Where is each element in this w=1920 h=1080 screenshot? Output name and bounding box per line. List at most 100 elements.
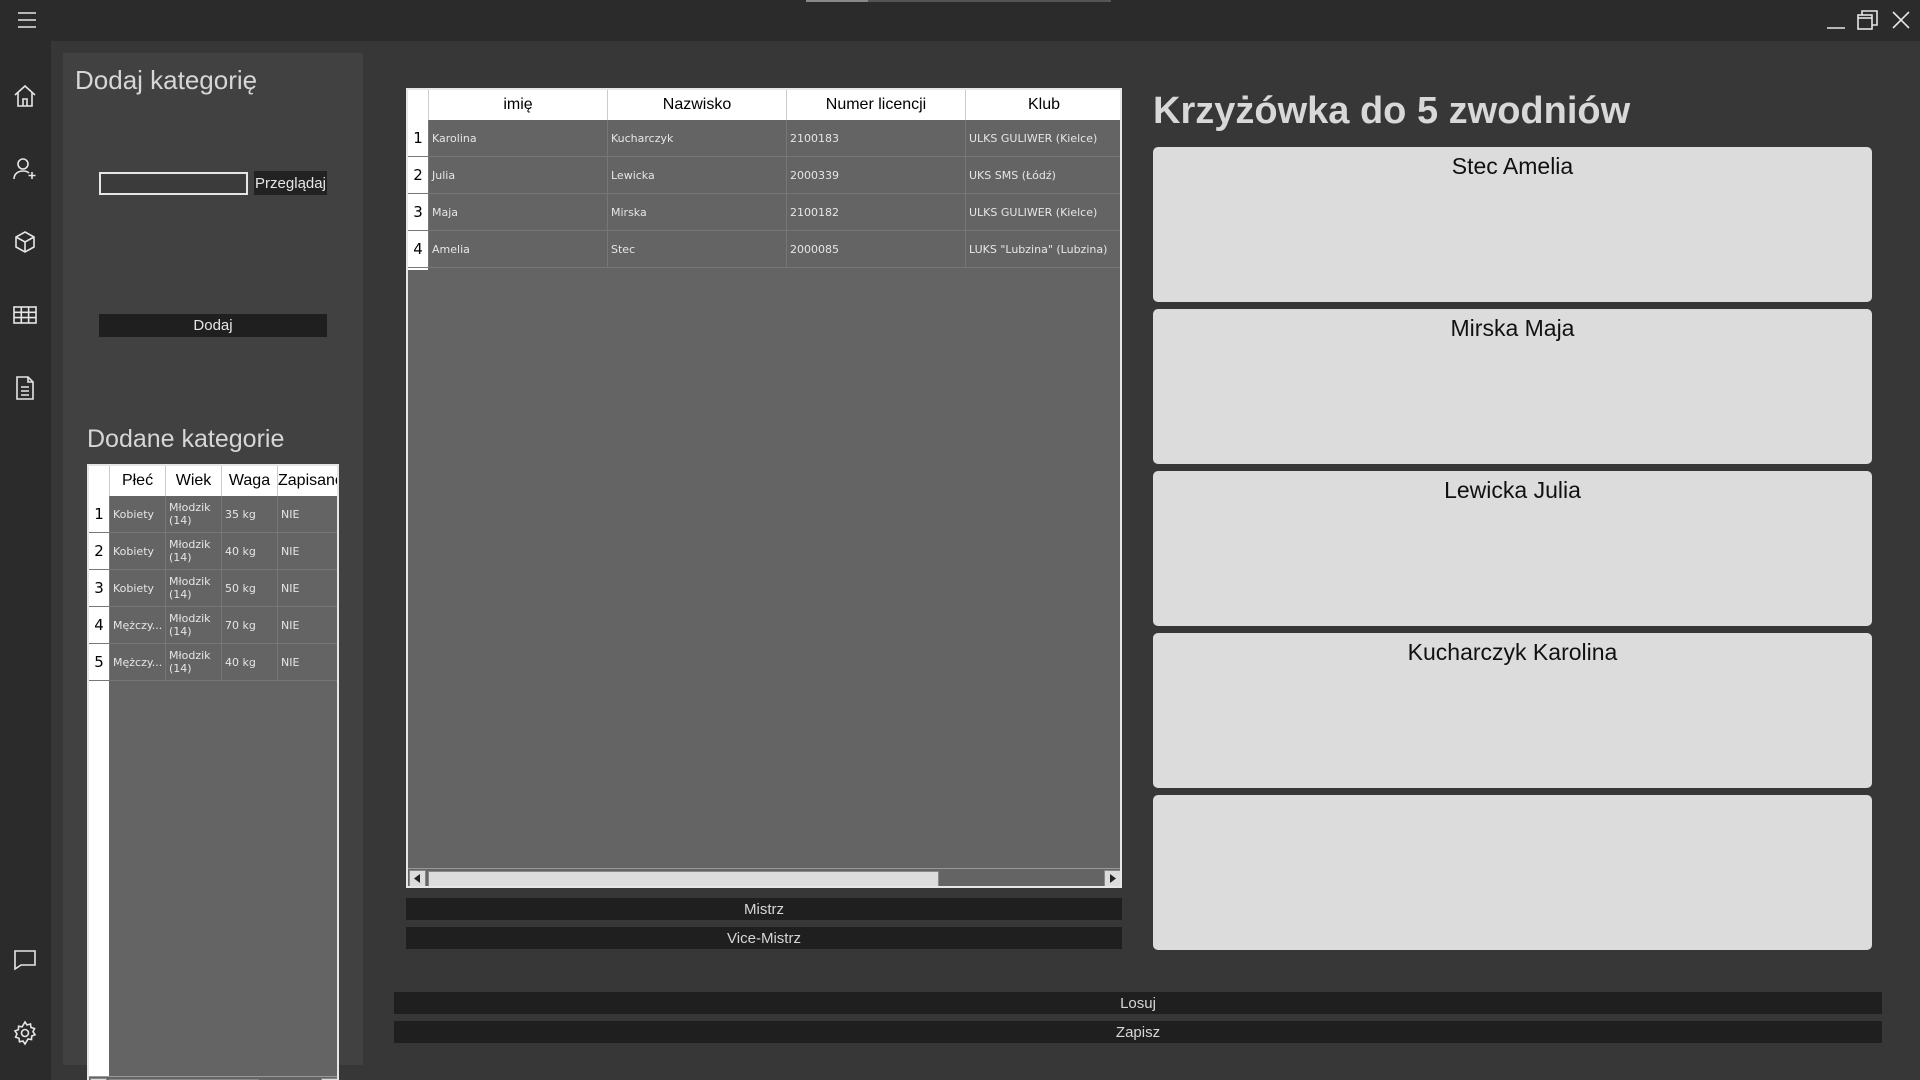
row-number: 2: [89, 533, 109, 569]
horizontal-scrollbar[interactable]: [89, 1076, 337, 1080]
cell-last-name: Kucharczyk: [607, 120, 786, 156]
cell-weight: 70 kg: [221, 607, 277, 643]
row-number: 4: [89, 607, 109, 643]
chat-icon[interactable]: [10, 945, 40, 975]
cell-age: Młodzik (14): [165, 570, 221, 606]
cell-weight: 50 kg: [221, 570, 277, 606]
cell-sex: Mężczy...: [109, 644, 165, 680]
column-header-last-name[interactable]: Nazwisko: [607, 90, 786, 120]
table-row[interactable]: 3 Kobiety Młodzik (14) 50 kg NIE: [89, 570, 337, 607]
gear-icon[interactable]: [10, 1018, 40, 1048]
cell-saved: NIE: [277, 570, 337, 606]
cell-license: 2000339: [786, 157, 965, 193]
hamburger-icon[interactable]: [12, 6, 42, 34]
column-header-weight[interactable]: Waga: [221, 466, 277, 496]
cell-saved: NIE: [277, 496, 337, 532]
grid-icon[interactable]: [10, 300, 40, 330]
cell-sex: Kobiety: [109, 570, 165, 606]
title-accent-highlight: [806, 0, 868, 2]
corner-cell: [89, 466, 109, 496]
draw-button[interactable]: Losuj: [394, 992, 1882, 1014]
cell-first-name: Amelia: [428, 231, 607, 267]
cell-club: UKS SMS (Łódź): [965, 157, 1120, 193]
table-row[interactable]: 2 Kobiety Młodzik (14) 40 kg NIE: [89, 533, 337, 570]
row-number: 2: [408, 157, 428, 193]
table-row[interactable]: 4 Amelia Stec 2000085 LUKS "Lubzina" (Lu…: [408, 231, 1120, 268]
cell-saved: NIE: [277, 644, 337, 680]
cell-club: ULKS GULIWER (Kielce): [965, 194, 1120, 230]
bracket-slot-name: Stec Amelia: [1451, 153, 1574, 179]
scroll-right-icon[interactable]: [1104, 870, 1120, 886]
bracket-slot-name: Mirska Maja: [1450, 315, 1575, 341]
cell-license: 2000085: [786, 231, 965, 267]
cell-age: Młodzik (14): [165, 533, 221, 569]
row-number: 1: [408, 120, 428, 156]
scroll-left-icon[interactable]: [409, 870, 426, 886]
row-number: 1: [89, 496, 109, 532]
cell-age: Młodzik (14): [165, 496, 221, 532]
column-header-sex[interactable]: Płeć: [109, 466, 165, 496]
column-header-age[interactable]: Wiek: [165, 466, 221, 496]
minimize-icon[interactable]: [1821, 5, 1851, 35]
vice-champion-button[interactable]: Vice-Mistrz: [406, 927, 1122, 949]
corner-cell: [408, 90, 428, 120]
bracket-slot[interactable]: Stec Amelia: [1153, 147, 1872, 302]
bracket-slot[interactable]: Mirska Maja: [1153, 309, 1872, 464]
add-category-button[interactable]: Dodaj: [99, 314, 327, 337]
home-icon[interactable]: [10, 81, 40, 111]
bracket-title: Krzyżówka do 5 zwodniów: [1153, 90, 1631, 132]
table-row[interactable]: 2 Julia Lewicka 2000339 UKS SMS (Łódź): [408, 157, 1120, 194]
bracket-slot[interactable]: Lewicka Julia: [1153, 471, 1872, 626]
column-header-club[interactable]: Klub: [965, 90, 1120, 120]
cell-license: 2100182: [786, 194, 965, 230]
table-row[interactable]: 1 Kobiety Młodzik (14) 35 kg NIE: [89, 496, 337, 533]
cell-club: LUKS "Lubzina" (Lubzina): [965, 231, 1120, 267]
table-row[interactable]: 5 Mężczy... Młodzik (14) 40 kg NIE: [89, 644, 337, 681]
table-header: Płeć Wiek Waga Zapisano: [89, 466, 337, 496]
category-panel: Dodaj kategorię Przeglądaj Dodaj Dodane …: [63, 53, 363, 1080]
table-row[interactable]: 3 Maja Mirska 2100182 ULKS GULIWER (Kiel…: [408, 194, 1120, 231]
competitors-table: imię Nazwisko Numer licencji Klub 1 Karo…: [406, 88, 1122, 888]
table-row[interactable]: 1 Karolina Kucharczyk 2100183 ULKS GULIW…: [408, 120, 1120, 157]
cell-weight: 40 kg: [221, 533, 277, 569]
save-button[interactable]: Zapisz: [394, 1021, 1882, 1043]
title-bar: [0, 0, 1920, 41]
cell-first-name: Maja: [428, 194, 607, 230]
categories-table: Płeć Wiek Waga Zapisano 1 Kobiety Młodzi…: [87, 464, 339, 1080]
file-path-input[interactable]: [99, 172, 248, 195]
table-header: imię Nazwisko Numer licencji Klub: [408, 90, 1120, 120]
cell-last-name: Mirska: [607, 194, 786, 230]
cell-sex: Kobiety: [109, 496, 165, 532]
cell-saved: NIE: [277, 533, 337, 569]
row-number: 3: [89, 570, 109, 606]
column-header-saved[interactable]: Zapisano: [277, 466, 337, 496]
champion-button[interactable]: Mistrz: [406, 898, 1122, 920]
cell-age: Młodzik (14): [165, 644, 221, 680]
close-icon[interactable]: [1886, 5, 1916, 35]
table-row[interactable]: 4 Mężczy... Młodzik (14) 70 kg NIE: [89, 607, 337, 644]
horizontal-scrollbar[interactable]: [408, 868, 1120, 886]
bracket-slot[interactable]: Kucharczyk Karolina: [1153, 633, 1872, 788]
add-category-title: Dodaj kategorię: [75, 65, 258, 95]
bracket-slot[interactable]: [1153, 795, 1872, 950]
column-header-first-name[interactable]: imię: [428, 90, 607, 120]
added-categories-title: Dodane kategorie: [87, 425, 285, 453]
cell-first-name: Karolina: [428, 120, 607, 156]
bracket-slot-name: Kucharczyk Karolina: [1407, 639, 1618, 665]
restore-icon[interactable]: [1853, 5, 1883, 35]
browse-button[interactable]: Przeglądaj: [254, 171, 327, 195]
row-number: 3: [408, 194, 428, 230]
cell-saved: NIE: [277, 607, 337, 643]
column-header-license[interactable]: Numer licencji: [786, 90, 965, 120]
cell-sex: Mężczy...: [109, 607, 165, 643]
cell-sex: Kobiety: [109, 533, 165, 569]
cell-last-name: Stec: [607, 231, 786, 267]
cell-first-name: Julia: [428, 157, 607, 193]
add-user-icon[interactable]: [10, 154, 40, 184]
scroll-thumb[interactable]: [428, 871, 939, 886]
row-number: 5: [89, 644, 109, 680]
document-icon[interactable]: [10, 373, 40, 403]
cube-icon[interactable]: [10, 227, 40, 257]
cell-club: ULKS GULIWER (Kielce): [965, 120, 1120, 156]
cell-last-name: Lewicka: [607, 157, 786, 193]
